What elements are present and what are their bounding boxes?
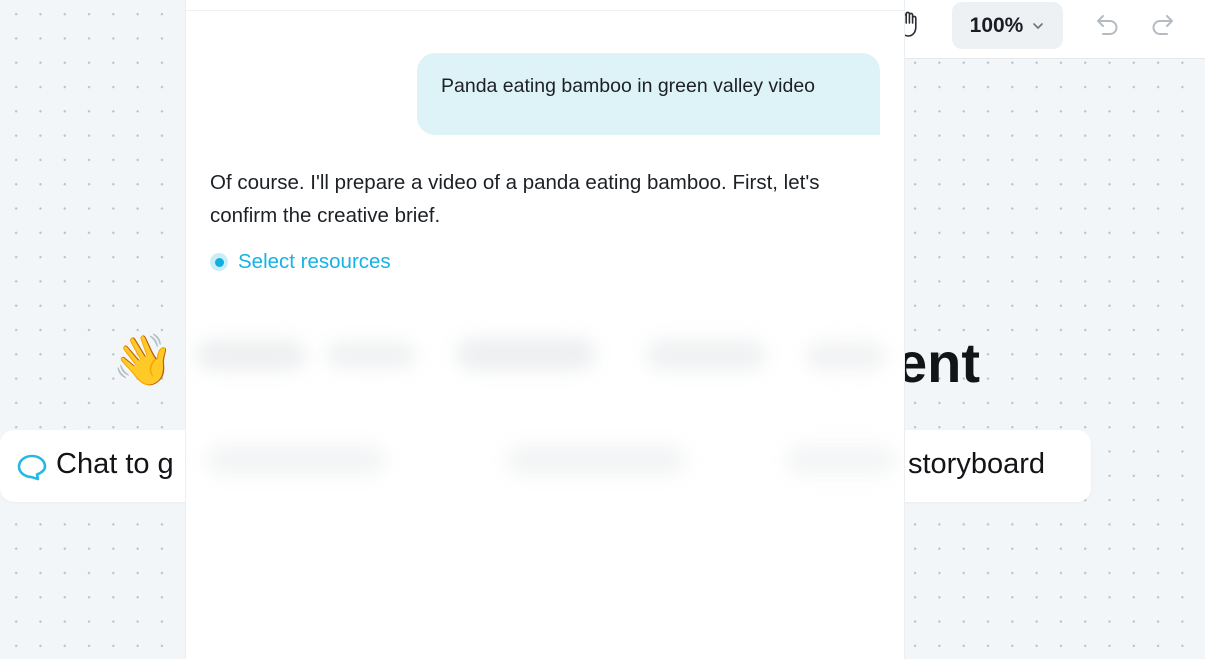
progress-dot-icon bbox=[210, 253, 228, 271]
loading-placeholder bbox=[186, 320, 904, 520]
chat-bubble-icon bbox=[17, 454, 47, 481]
undo-icon[interactable] bbox=[1094, 12, 1122, 38]
suggestion-chat-button[interactable]: Chat to g bbox=[56, 448, 196, 481]
chevron-down-icon bbox=[1033, 22, 1044, 29]
suggestion-storyboard-button[interactable]: storyboard bbox=[908, 448, 1045, 481]
zoom-dropdown[interactable]: 100% bbox=[952, 2, 1063, 49]
user-message-bubble: Panda eating bamboo in green valley vide… bbox=[417, 53, 880, 135]
select-resources-label: Select resources bbox=[238, 250, 391, 273]
panel-divider bbox=[186, 10, 904, 11]
chat-panel: Panda eating bamboo in green valley vide… bbox=[185, 0, 905, 659]
waving-hand-emoji: 👋 bbox=[112, 331, 175, 389]
select-resources-step[interactable]: Select resources bbox=[210, 248, 391, 276]
redo-icon[interactable] bbox=[1148, 12, 1176, 38]
assistant-message: Of course. I'll prepare a video of a pan… bbox=[210, 171, 820, 227]
zoom-value: 100% bbox=[969, 13, 1024, 37]
canvas-background: 100% 👋 ent Chat to g storyboard Panda ea… bbox=[0, 0, 1205, 659]
